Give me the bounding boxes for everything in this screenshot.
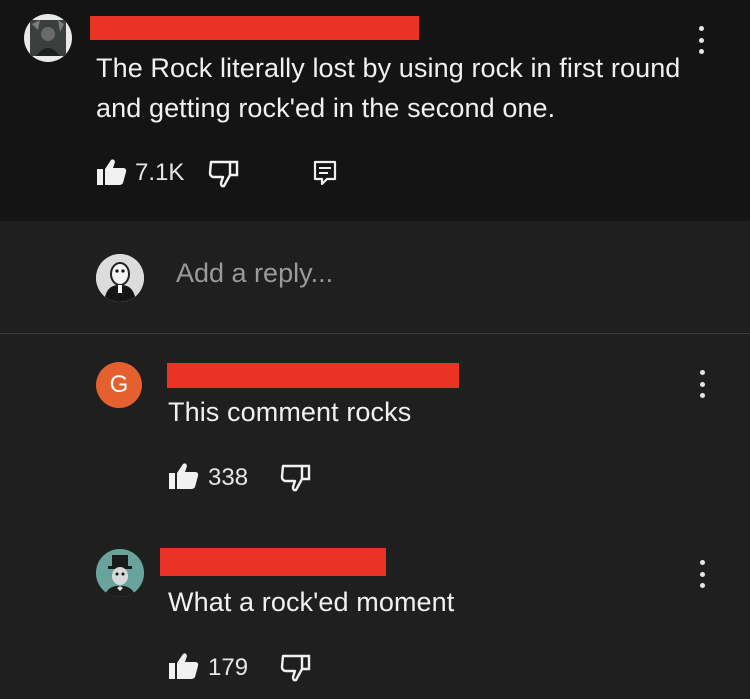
divider <box>0 333 750 334</box>
username-redaction <box>90 16 419 40</box>
more-options-icon[interactable] <box>698 370 706 398</box>
like-count: 179 <box>208 654 249 681</box>
reply-avatar[interactable] <box>96 549 144 597</box>
username-redaction <box>160 548 386 576</box>
thumbs-down-icon[interactable] <box>280 654 312 682</box>
reply-avatar-letter[interactable]: G <box>96 362 142 408</box>
current-user-avatar <box>96 254 144 302</box>
like-count: 7.1K <box>135 159 185 186</box>
reply-comment-icon[interactable] <box>313 160 337 186</box>
thumbs-down-icon[interactable] <box>208 160 240 188</box>
comment-text: The Rock literally lost by using rock in… <box>96 53 681 123</box>
main-comment-avatar[interactable] <box>24 14 72 62</box>
thumbs-up-icon[interactable] <box>96 158 128 186</box>
more-options-icon[interactable] <box>697 26 705 54</box>
like-count: 338 <box>208 464 249 491</box>
reply-text: What a rock'ed moment <box>168 587 455 617</box>
thumbs-up-icon[interactable] <box>168 652 200 680</box>
reply-text: This comment rocks <box>168 397 412 427</box>
add-reply-input[interactable] <box>176 258 656 289</box>
main-comment: The Rock literally lost by using rock in… <box>0 0 750 221</box>
thumbs-down-icon[interactable] <box>280 464 312 492</box>
thumbs-up-icon[interactable] <box>168 462 200 490</box>
username-redaction <box>167 363 459 388</box>
more-options-icon[interactable] <box>698 560 706 588</box>
